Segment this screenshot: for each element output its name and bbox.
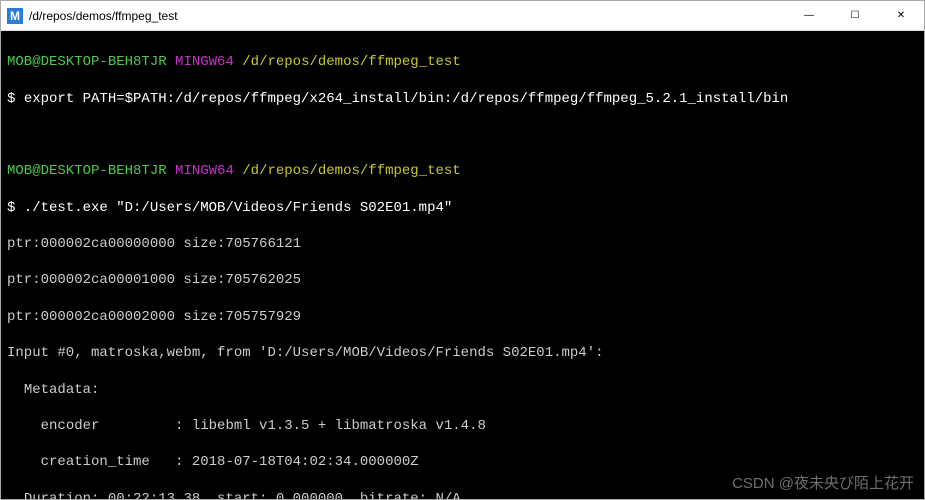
close-button[interactable]: ✕ bbox=[878, 1, 924, 30]
minimize-button[interactable]: — bbox=[786, 1, 832, 30]
watermark-text: CSDN @夜未央び陌上花开 bbox=[732, 474, 914, 494]
prompt-env: MINGW64 bbox=[175, 163, 234, 179]
command-line: $ ./test.exe "D:/Users/MOB/Videos/Friend… bbox=[7, 199, 918, 217]
output-line: Metadata: bbox=[7, 381, 918, 399]
prompt-path: /d/repos/demos/ffmpeg_test bbox=[242, 163, 460, 179]
prompt-symbol: $ bbox=[7, 200, 15, 216]
app-icon: M bbox=[7, 8, 23, 24]
command-text: export PATH=$PATH:/d/repos/ffmpeg/x264_i… bbox=[24, 91, 789, 107]
output-line: ptr:000002ca00000000 size:705766121 bbox=[7, 235, 918, 253]
prompt-symbol: $ bbox=[7, 91, 15, 107]
blank-line bbox=[7, 126, 918, 144]
output-line: Input #0, matroska,webm, from 'D:/Users/… bbox=[7, 344, 918, 362]
output-line: creation_time : 2018-07-18T04:02:34.0000… bbox=[7, 453, 918, 471]
output-line: ptr:000002ca00001000 size:705762025 bbox=[7, 271, 918, 289]
prompt-user-host: MOB@DESKTOP-BEH8TJR bbox=[7, 163, 167, 179]
command-text: ./test.exe "D:/Users/MOB/Videos/Friends … bbox=[24, 200, 452, 216]
prompt-user-host: MOB@DESKTOP-BEH8TJR bbox=[7, 54, 167, 70]
prompt-path: /d/repos/demos/ffmpeg_test bbox=[242, 54, 460, 70]
prompt-env: MINGW64 bbox=[175, 54, 234, 70]
output-line: encoder : libebml v1.3.5 + libmatroska v… bbox=[7, 417, 918, 435]
command-line: $ export PATH=$PATH:/d/repos/ffmpeg/x264… bbox=[7, 90, 918, 108]
window-controls: — ☐ ✕ bbox=[786, 1, 924, 30]
terminal-area[interactable]: MOB@DESKTOP-BEH8TJR MINGW64 /d/repos/dem… bbox=[1, 31, 924, 499]
prompt-line: MOB@DESKTOP-BEH8TJR MINGW64 /d/repos/dem… bbox=[7, 162, 918, 180]
output-line: ptr:000002ca00002000 size:705757929 bbox=[7, 308, 918, 326]
window-title: /d/repos/demos/ffmpeg_test bbox=[29, 9, 786, 23]
prompt-line: MOB@DESKTOP-BEH8TJR MINGW64 /d/repos/dem… bbox=[7, 53, 918, 71]
maximize-button[interactable]: ☐ bbox=[832, 1, 878, 30]
title-bar: M /d/repos/demos/ffmpeg_test — ☐ ✕ bbox=[1, 1, 924, 31]
